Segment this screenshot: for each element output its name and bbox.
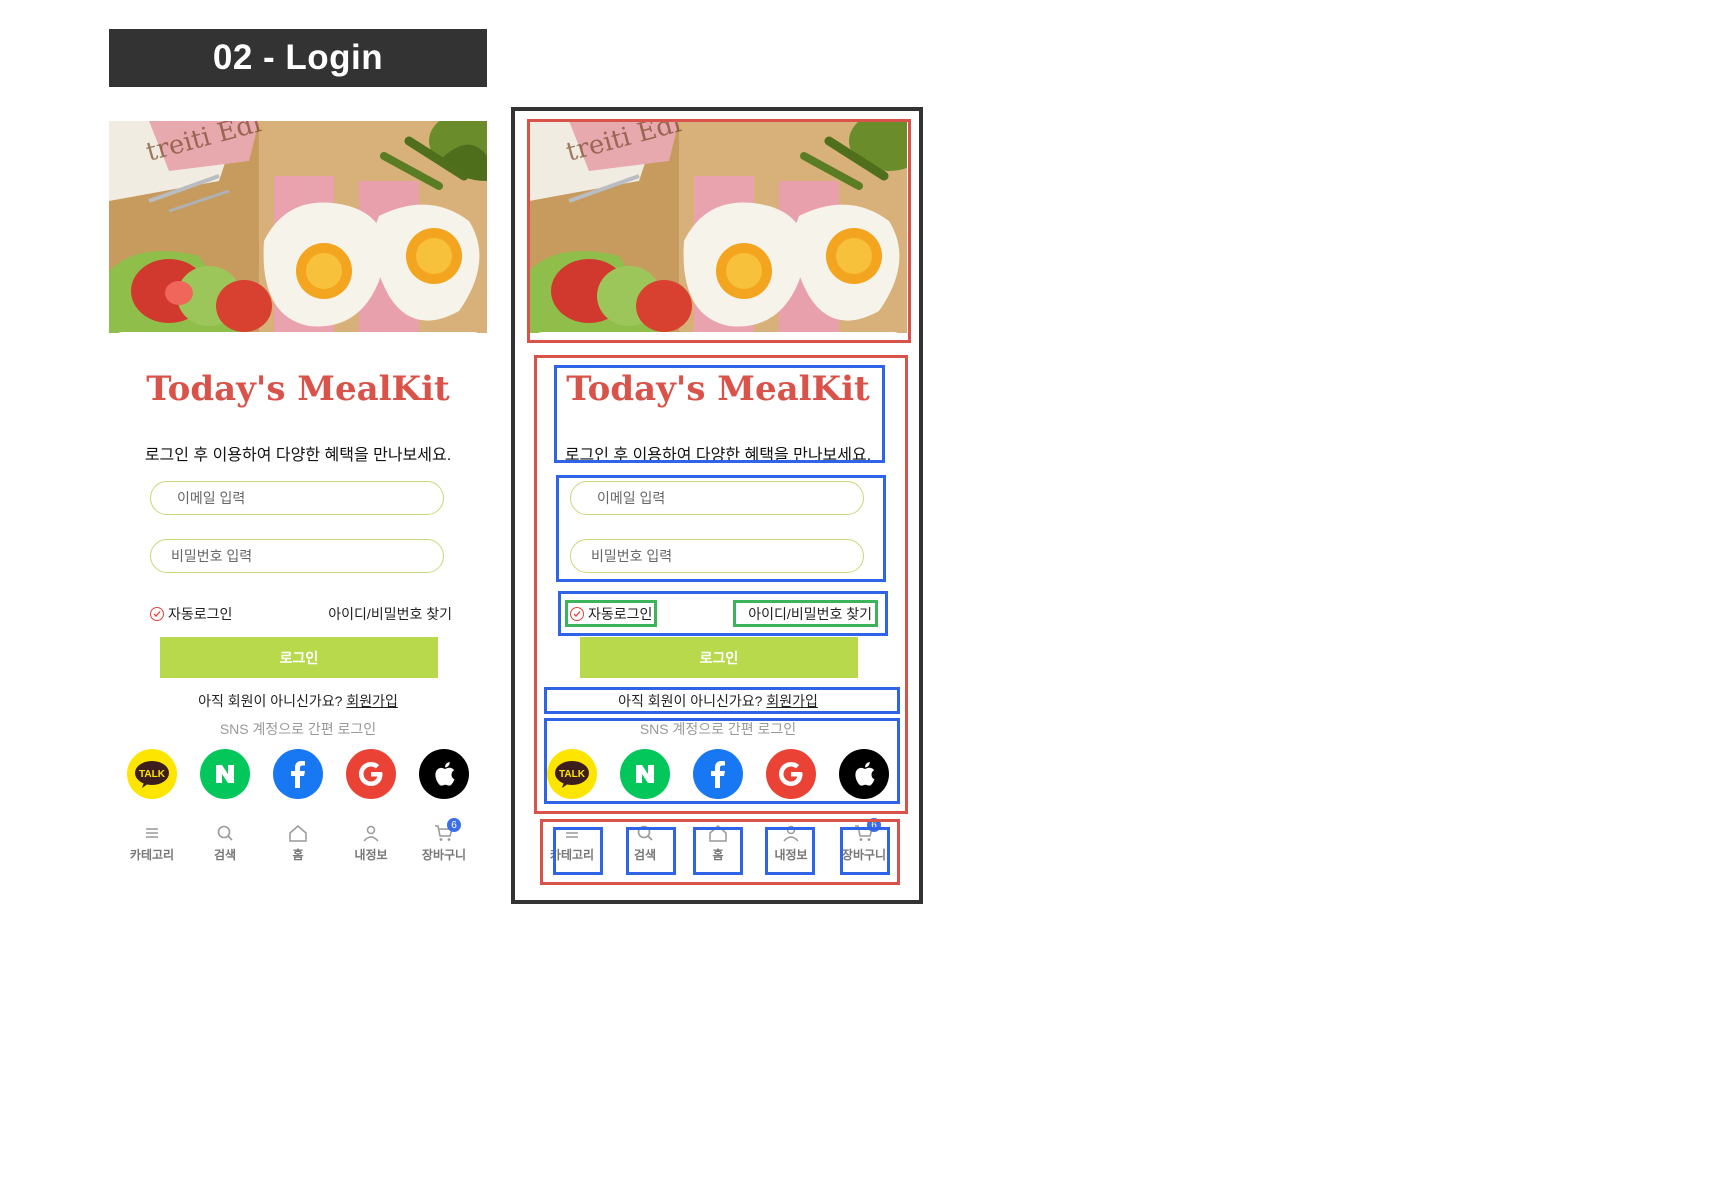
signup-link[interactable]: 회원가입	[766, 693, 818, 709]
sns-caption: SNS 계정으로 간편 로그인	[219, 721, 377, 737]
tab-home[interactable]: 홈	[265, 824, 331, 863]
check-circle-icon	[150, 607, 164, 621]
brand-title: Today's MealKit	[566, 369, 870, 409]
login-button[interactable]: 로그인	[580, 637, 858, 678]
page-title: 02 - Login	[109, 29, 487, 87]
tab-label: 내정보	[774, 848, 808, 862]
kakao-login-button[interactable]: TALK	[127, 749, 177, 799]
svg-text:TALK: TALK	[139, 769, 166, 780]
naver-icon	[636, 765, 654, 783]
find-account-link[interactable]: 아이디/비밀번호 찾기	[748, 604, 872, 624]
home-icon	[709, 825, 727, 842]
tab-label: 홈	[292, 848, 304, 862]
sns-caption: SNS 계정으로 간편 로그인	[639, 721, 797, 737]
menu-icon	[146, 828, 158, 838]
brand-title: Today's MealKit	[146, 369, 450, 409]
facebook-login-button[interactable]	[273, 749, 323, 799]
tab-search[interactable]: 검색	[192, 824, 258, 863]
auto-login-checkbox[interactable]: 자동로그인	[150, 604, 232, 624]
google-login-button[interactable]	[766, 749, 816, 799]
svg-text:TALK: TALK	[559, 769, 586, 780]
kakao-talk-icon: TALK	[555, 761, 589, 788]
signup-link[interactable]: 회원가입	[346, 693, 398, 709]
tab-label: 검색	[213, 848, 237, 862]
password-input[interactable]	[570, 539, 864, 573]
cart-badge: 6	[867, 818, 881, 832]
apple-icon	[435, 762, 455, 786]
find-account-link[interactable]: 아이디/비밀번호 찾기	[328, 604, 452, 624]
tab-my-info[interactable]: 내정보	[338, 824, 404, 863]
tab-my-info[interactable]: 내정보	[758, 824, 824, 863]
naver-login-button[interactable]	[620, 749, 670, 799]
login-button[interactable]: 로그인	[160, 637, 438, 678]
tab-cart[interactable]: 6 장바구니	[411, 818, 477, 863]
email-input[interactable]	[570, 481, 864, 515]
facebook-icon	[291, 761, 305, 788]
tab-category[interactable]: 카테고리	[539, 824, 605, 863]
tab-home[interactable]: 홈	[685, 824, 751, 863]
kakao-login-button[interactable]: TALK	[547, 749, 597, 799]
tab-cart[interactable]: 6 장바구니	[831, 818, 897, 863]
naver-login-button[interactable]	[200, 749, 250, 799]
facebook-login-button[interactable]	[693, 749, 743, 799]
user-icon	[363, 825, 379, 842]
signup-prompt: 아직 회원이 아니신가요?	[618, 693, 763, 709]
kakao-talk-icon: TALK	[135, 761, 169, 788]
cart-badge: 6	[447, 818, 461, 832]
naver-icon	[216, 765, 234, 783]
tab-label: 홈	[712, 848, 724, 862]
tab-search[interactable]: 검색	[612, 824, 678, 863]
tab-label: 장바구니	[841, 848, 887, 862]
home-icon	[289, 825, 307, 842]
google-login-button[interactable]	[346, 749, 396, 799]
google-icon	[359, 762, 383, 786]
tab-label: 검색	[633, 848, 657, 862]
bottom-tab-bar: 카테고리 검색 홈 내정보 6 장바구니	[119, 818, 477, 863]
tab-label: 내정보	[354, 848, 388, 862]
google-icon	[779, 762, 803, 786]
sns-login-row: TALK	[547, 749, 889, 799]
apple-login-button[interactable]	[839, 749, 889, 799]
login-screen-mockup: treiti Edi Today's MealKit 로그인 후 이용하여 다양…	[109, 121, 487, 881]
bottom-tab-bar: 카테고리 검색 홈 내정보 6 장바구니	[539, 818, 897, 863]
check-circle-icon	[570, 607, 584, 621]
sns-login-row: TALK	[127, 749, 469, 799]
search-icon	[217, 825, 233, 841]
signup-row: 아직 회원이 아니신가요? 회원가입	[529, 691, 907, 711]
login-subtitle: 로그인 후 이용하여 다양한 혜택을 만나보세요.	[564, 447, 872, 464]
login-subtitle: 로그인 후 이용하여 다양한 혜택을 만나보세요.	[144, 447, 452, 464]
email-input[interactable]	[150, 481, 444, 515]
annotated-login-mockup: treiti Edi Today's MealKit 로그인 후 이용하여 다양…	[529, 121, 907, 881]
hero-food-image: treiti Edi	[109, 121, 487, 333]
signup-row: 아직 회원이 아니신가요? 회원가입	[109, 691, 487, 711]
menu-icon	[566, 828, 578, 838]
auto-login-label: 자동로그인	[168, 606, 233, 622]
user-icon	[783, 825, 799, 842]
signup-prompt: 아직 회원이 아니신가요?	[198, 693, 343, 709]
apple-login-button[interactable]	[419, 749, 469, 799]
auto-login-label: 자동로그인	[588, 606, 653, 622]
facebook-icon	[711, 761, 725, 788]
password-input[interactable]	[150, 539, 444, 573]
apple-icon	[855, 762, 875, 786]
hero-food-image: treiti Edi	[529, 121, 907, 333]
tab-label: 장바구니	[421, 848, 467, 862]
auto-login-checkbox[interactable]: 자동로그인	[570, 604, 652, 624]
tab-label: 카테고리	[549, 848, 595, 862]
tab-category[interactable]: 카테고리	[119, 824, 185, 863]
search-icon	[637, 825, 653, 841]
tab-label: 카테고리	[129, 848, 175, 862]
